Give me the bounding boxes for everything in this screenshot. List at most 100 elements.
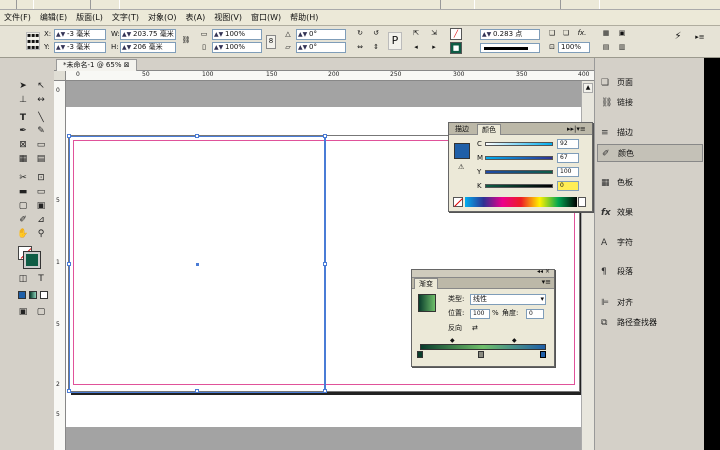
apply-gradient-icon[interactable]: [29, 291, 37, 299]
direct-selection-tool-icon[interactable]: ↖: [34, 80, 48, 92]
normal-view-icon[interactable]: ▣: [16, 306, 30, 318]
stroke-color-icon[interactable]: [23, 251, 41, 269]
fit-content-icon[interactable]: ▤: [600, 42, 612, 54]
channel-m-slider[interactable]: [485, 156, 553, 160]
eyedropper-tool-icon[interactable]: ✐: [16, 214, 30, 226]
panel-swatches[interactable]: ▦ 色板: [597, 174, 703, 192]
tab-gradient[interactable]: 渐变: [414, 278, 438, 289]
rotate-cw-icon[interactable]: ↻: [354, 28, 366, 40]
panel-menu-icon[interactable]: ▾≡: [542, 278, 551, 286]
h-field[interactable]: ▲▼ 206 毫米: [120, 42, 176, 53]
vertical-ruler[interactable]: 0 5 1 5 2 5: [54, 81, 66, 450]
channel-k-slider[interactable]: [485, 184, 553, 188]
menu-type[interactable]: 文字(T): [112, 12, 139, 23]
document-tab[interactable]: *未命名-1 @ 65% ⊠: [56, 59, 137, 71]
constrain-link-icon[interactable]: ⛓: [180, 35, 192, 47]
selection-handle[interactable]: [67, 134, 71, 138]
p-reference-icon[interactable]: P: [388, 32, 402, 50]
opacity-field[interactable]: 100%: [558, 42, 590, 53]
channel-c-value[interactable]: 92: [557, 139, 579, 149]
panel-close-icon[interactable]: ◂◂ ×: [537, 268, 550, 275]
preview-view-icon[interactable]: ▢: [34, 306, 48, 318]
reference-point-icon[interactable]: ▪▪▪ ▪▪▪ ▪▪▪: [26, 32, 40, 51]
grid-tool-icon[interactable]: ▤: [34, 153, 48, 165]
rotate-ccw-icon[interactable]: ↺: [370, 28, 382, 40]
panel-align[interactable]: ⊫ 对齐: [597, 294, 703, 312]
channel-y-value[interactable]: 100: [557, 167, 579, 177]
flip-v-icon[interactable]: ⇕: [370, 42, 382, 54]
gradient-swatch-tool-icon[interactable]: ▬: [16, 186, 30, 198]
color-swatch[interactable]: [454, 143, 470, 159]
free-transform-tool-icon[interactable]: ⊡: [34, 172, 48, 184]
y-field[interactable]: ▲▼ -3 毫米: [54, 42, 106, 53]
notes-tool-icon[interactable]: ▣: [34, 200, 48, 212]
reverse-gradient-icon[interactable]: ⇄: [472, 324, 478, 332]
panel-paragraph[interactable]: ¶ 段落: [597, 263, 703, 281]
w-field[interactable]: ▲▼ 203.75 毫米: [120, 29, 176, 40]
select-next-icon[interactable]: ▸: [428, 42, 440, 54]
selection-handle[interactable]: [195, 134, 199, 138]
channel-k-value[interactable]: 0: [557, 181, 579, 191]
fx-icon[interactable]: fx.: [576, 28, 588, 40]
close-tab-icon[interactable]: ⊠: [124, 61, 130, 69]
out-of-gamut-icon[interactable]: ⚠: [458, 163, 464, 171]
frame-fitting-icon[interactable]: ▦: [600, 28, 612, 40]
menu-help[interactable]: 帮助(H): [290, 12, 318, 23]
stroke-swatch-icon[interactable]: ■: [450, 42, 462, 54]
panel-pathfinder[interactable]: ⧉ 路径查找器: [597, 314, 703, 332]
shear-field[interactable]: ▲▼ 0°: [296, 42, 346, 53]
midpoint-diamond-icon[interactable]: ◆: [512, 337, 517, 344]
zoom-tool-icon[interactable]: ⚲: [34, 228, 48, 240]
gradient-ramp[interactable]: [420, 344, 546, 350]
selection-handle[interactable]: [195, 389, 199, 393]
selection-handle[interactable]: [67, 389, 71, 393]
fill-swatch-icon[interactable]: ╱: [450, 28, 462, 40]
constrain-proportions-icon[interactable]: 8: [266, 35, 276, 49]
table-tool-icon[interactable]: ▦: [16, 153, 30, 165]
selection-handle[interactable]: [323, 134, 327, 138]
stroke-weight-field[interactable]: ▲▼ 0.283 点: [480, 29, 540, 40]
color-panel-header[interactable]: 描边 颜色 ▸▸|▾≡: [449, 123, 592, 135]
menu-layout[interactable]: 版面(L): [76, 12, 103, 23]
select-container-icon[interactable]: ⇱: [410, 28, 422, 40]
panel-stroke[interactable]: ≡ 描边: [597, 124, 703, 142]
center-content-icon[interactable]: ▥: [616, 42, 628, 54]
midpoint-diamond-icon[interactable]: ◆: [450, 337, 455, 344]
line-tool-icon[interactable]: ╲: [34, 112, 48, 124]
drop-shadow-icon[interactable]: ❑: [546, 28, 558, 40]
page-tool-icon[interactable]: ⊥: [16, 94, 30, 106]
menu-table[interactable]: 表(A): [186, 12, 206, 23]
channel-c-slider[interactable]: [485, 142, 553, 146]
measure-tool-icon[interactable]: ⊿: [34, 214, 48, 226]
apply-formatting-icon[interactable]: ◫: [16, 273, 30, 285]
scale-y-field[interactable]: ▲▼ 100%: [212, 42, 262, 53]
x-field[interactable]: ▲▼ -3 毫米: [54, 29, 106, 40]
gradient-panel-titlebar[interactable]: ◂◂ ×: [412, 268, 554, 278]
menu-object[interactable]: 对象(O): [148, 12, 177, 23]
white-swatch[interactable]: [578, 197, 586, 207]
selection-tool-icon[interactable]: ➤: [16, 80, 30, 92]
selection-handle[interactable]: [67, 262, 71, 266]
type-tool-icon[interactable]: T: [16, 112, 30, 124]
selection-handle[interactable]: [323, 262, 327, 266]
apply-color-icon[interactable]: [18, 291, 26, 299]
scale-x-field[interactable]: ▲▼ 100%: [212, 29, 262, 40]
tab-color[interactable]: 颜色: [477, 124, 501, 135]
fit-frame-icon[interactable]: ▣: [616, 28, 628, 40]
angle-field[interactable]: 0: [526, 309, 544, 319]
pencil-tool-icon[interactable]: ✎: [34, 125, 48, 137]
gradient-stop[interactable]: [417, 351, 423, 358]
ruler-origin[interactable]: [54, 71, 66, 81]
hand-tool-icon[interactable]: ✋: [16, 228, 30, 240]
gradient-type-select[interactable]: 线性 ▾: [470, 294, 546, 305]
quick-apply-icon[interactable]: ⚡: [672, 32, 684, 44]
horizontal-ruler[interactable]: 0 50 100 150 200 250 300 350 400: [66, 71, 594, 81]
color-spectrum[interactable]: [465, 197, 577, 207]
gradient-stop[interactable]: [478, 351, 484, 358]
note-tool-icon[interactable]: ▢: [16, 200, 30, 212]
rotate-field[interactable]: ▲▼ 0°: [296, 29, 346, 40]
none-swatch-icon[interactable]: [453, 197, 463, 207]
gap-tool-icon[interactable]: ↔: [34, 94, 48, 106]
panel-character[interactable]: A 字符: [597, 234, 703, 252]
gradient-feather-tool-icon[interactable]: ▭: [34, 186, 48, 198]
